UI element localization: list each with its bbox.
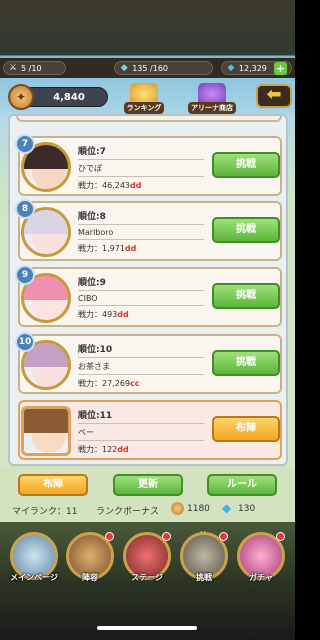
player-name: CIBO	[78, 291, 204, 306]
rank-badge: 9	[15, 265, 35, 285]
player-name: お茶さま	[78, 358, 204, 375]
arena-screen: ⚔ 5 /10 ◆ 135 /160 ◆ 12,329 + 4,840 ✦ ラン…	[0, 0, 295, 640]
rank-text: 順位:8	[78, 209, 204, 225]
nav-label: メインページ	[10, 573, 58, 582]
power-text: 戦力：46,243dd	[78, 181, 142, 190]
medal-icon: ✦	[8, 84, 34, 110]
refresh-button[interactable]: 更新	[113, 474, 183, 496]
challenge-button[interactable]: 挑戦	[212, 350, 280, 376]
my-list-item: 順位:11 ペー 戦力：122dd 布陣	[18, 400, 282, 460]
resource-bar: ⚔ 5 /10 ◆ 135 /160 ◆ 12,329 +	[0, 58, 295, 78]
nav-label: ガチャ	[249, 573, 273, 582]
notification-dot	[105, 532, 114, 541]
energy-value: 135 /160	[132, 63, 168, 73]
nav-label: 陣容	[82, 573, 98, 582]
notification-dot	[162, 532, 171, 541]
medal-icon	[171, 502, 184, 515]
nav-stage[interactable]: ステージ	[119, 530, 175, 588]
nav-main-page[interactable]: メインページ	[6, 530, 62, 588]
ranking-label: ランキング	[123, 102, 165, 114]
arena-shop-label: アリーナ商店	[188, 102, 236, 114]
player-name: Marlboro	[78, 225, 204, 240]
rank-text: 順位:7	[78, 144, 204, 160]
ranking-button[interactable]: ランキング	[118, 80, 170, 114]
challenge-button[interactable]: 挑戦	[212, 217, 280, 243]
medal-value: 4,840	[53, 91, 85, 103]
diamond-icon: ◆	[227, 63, 235, 73]
rank-text: 順位:10	[78, 342, 204, 358]
power-text: 戦力：122dd	[78, 445, 129, 454]
nav-label: 挑戦	[196, 573, 212, 582]
nav-gacha[interactable]: ガチャ	[233, 530, 289, 588]
power-text: 戦力：493dd	[78, 310, 129, 319]
rank-badge: 10	[15, 332, 35, 352]
swords-icon: ⚔	[8, 63, 18, 73]
crystal-icon: ◆	[120, 63, 128, 73]
nav-formation[interactable]: 陣容	[62, 530, 118, 588]
arena-shop-button[interactable]: アリーナ商店	[186, 80, 238, 114]
rank-badge: 8	[15, 199, 35, 219]
avatar[interactable]	[21, 406, 71, 456]
list-item: 9 順位:9 CIBO 戦力：493dd 挑戦	[15, 265, 282, 327]
bonus-medal-value: 1180	[187, 504, 210, 514]
stamina-pill: ⚔ 5 /10	[3, 61, 67, 75]
rank-text: 順位:11	[78, 408, 204, 424]
rank-badge: 7	[15, 134, 35, 154]
notification-dot	[276, 532, 285, 541]
challenge-button[interactable]: 挑戦	[212, 152, 280, 178]
list-item: 8 順位:8 Marlboro 戦力：1,971dd 挑戦	[15, 199, 282, 261]
previous-row-edge	[16, 116, 282, 122]
rank-text: 順位:9	[78, 275, 204, 291]
my-rank: マイランク：11	[12, 507, 78, 517]
diamond-pill[interactable]: ◆ 12,329 +	[220, 61, 292, 75]
diamond-value: 12,329	[238, 63, 267, 73]
rank-bonus-label: ランクボーナス	[96, 507, 160, 517]
power-text: 戦力：27,269cc	[78, 379, 140, 388]
bonus-diamond-value: 130	[238, 504, 256, 514]
list-item: 7 順位:7 ひでぽ 戦力：46,243dd 挑戦	[15, 134, 282, 196]
nav-challenge[interactable]: 挑戦	[176, 530, 232, 588]
opponent-list[interactable]: 7 順位:7 ひでぽ 戦力：46,243dd 挑戦 8 順位:8 Marlbor…	[8, 114, 288, 466]
player-name: ひでぽ	[78, 160, 204, 177]
nav-label: ステージ	[131, 573, 163, 582]
formation-button[interactable]: 布陣	[18, 474, 88, 496]
back-arrow-button[interactable]: ⬅	[256, 84, 292, 108]
home-indicator[interactable]	[97, 626, 197, 630]
list-item: 10 順位:10 お茶さま 戦力：27,269cc 挑戦	[15, 332, 282, 394]
stamina-value: 5 /10	[21, 63, 42, 73]
power-text: 戦力：1,971dd	[78, 244, 137, 253]
back-arrow-icon: ⬅	[266, 84, 282, 105]
diamond-icon: ◆	[222, 501, 232, 515]
challenge-button[interactable]: 挑戦	[212, 283, 280, 309]
energy-pill: ◆ 135 /160	[114, 61, 213, 75]
avatar-hair	[24, 409, 68, 433]
formation-row-button[interactable]: 布陣	[212, 416, 280, 442]
add-diamond-button[interactable]: +	[274, 61, 287, 75]
player-name: ペー	[78, 424, 204, 441]
notification-dot	[219, 532, 228, 541]
rules-button[interactable]: ルール	[207, 474, 277, 496]
